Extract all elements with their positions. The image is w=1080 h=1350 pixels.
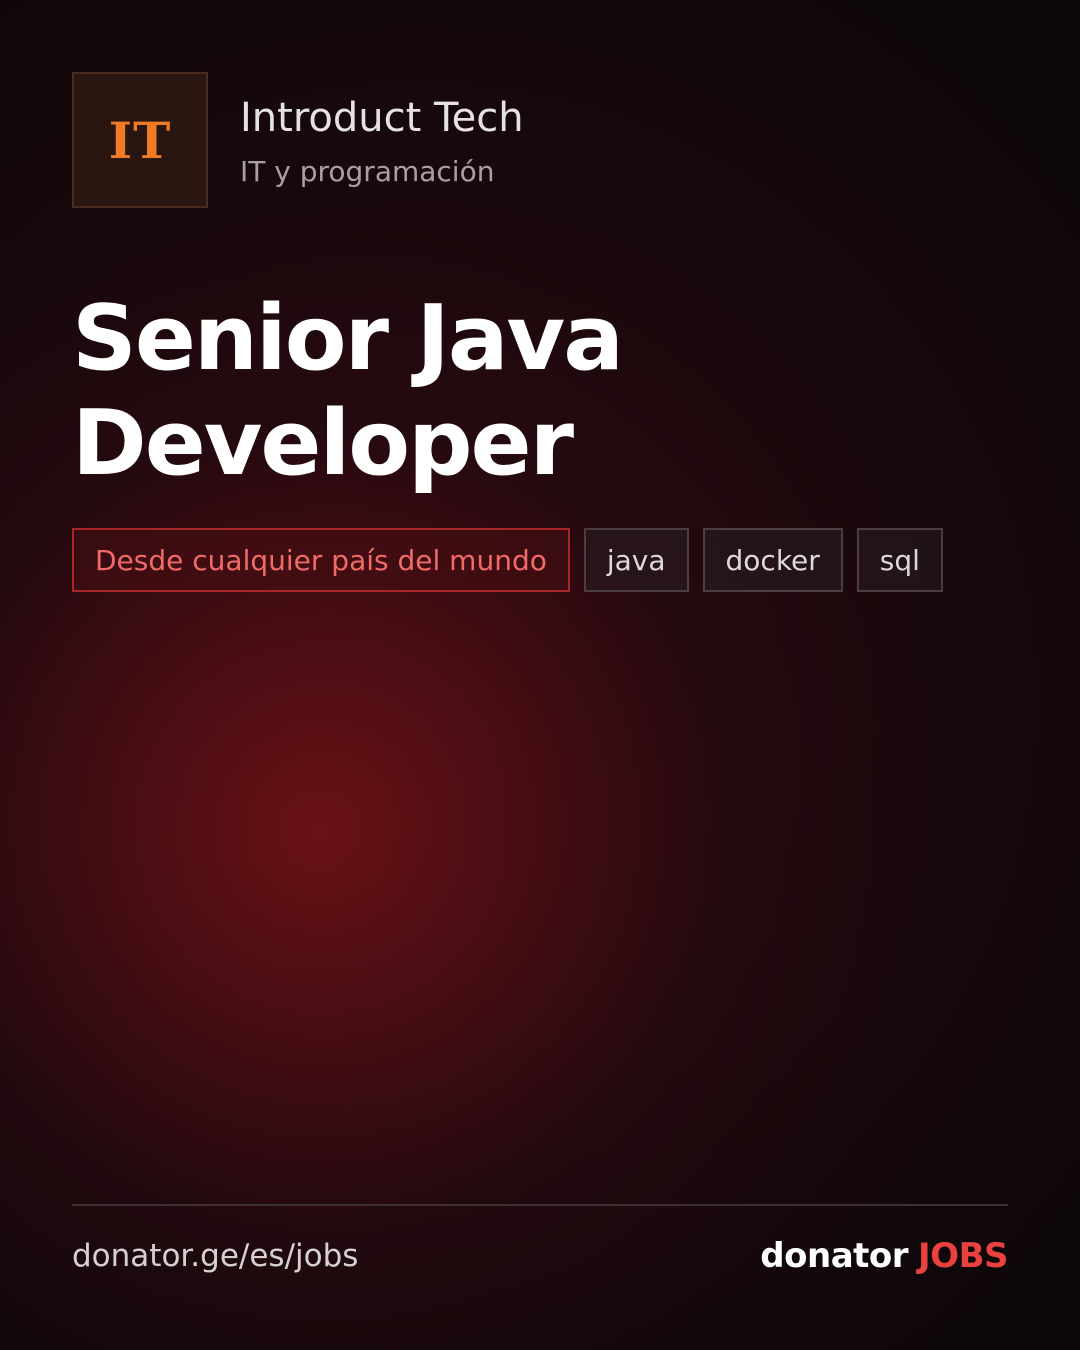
job-title-line-1: Senior Java (72, 286, 624, 391)
job-card: IT Introduct Tech IT y programación Seni… (0, 0, 1080, 1350)
brand-suffix: JOBS (918, 1236, 1008, 1276)
tag-list: Desde cualquier país del mundo java dock… (72, 528, 943, 592)
company-logo: IT (72, 72, 208, 208)
brand-logo: donator JOBS (760, 1232, 1008, 1280)
job-title: Senior Java Developer (72, 286, 972, 496)
footer-divider (72, 1204, 1008, 1206)
company-info: Introduct Tech IT y programación (240, 92, 524, 190)
company-logo-text: IT (108, 110, 172, 170)
skill-tag-sql: sql (856, 528, 943, 592)
footer-url: donator.ge/es/jobs (72, 1238, 359, 1274)
skill-tag-docker: docker (702, 528, 843, 592)
company-category: IT y programación (240, 155, 495, 188)
brand-name: donator (760, 1236, 909, 1276)
location-tag: Desde cualquier país del mundo (72, 528, 570, 592)
skill-tag-java: java (583, 528, 689, 592)
company-name: Introduct Tech (240, 95, 524, 141)
job-title-line-2: Developer (72, 391, 574, 496)
